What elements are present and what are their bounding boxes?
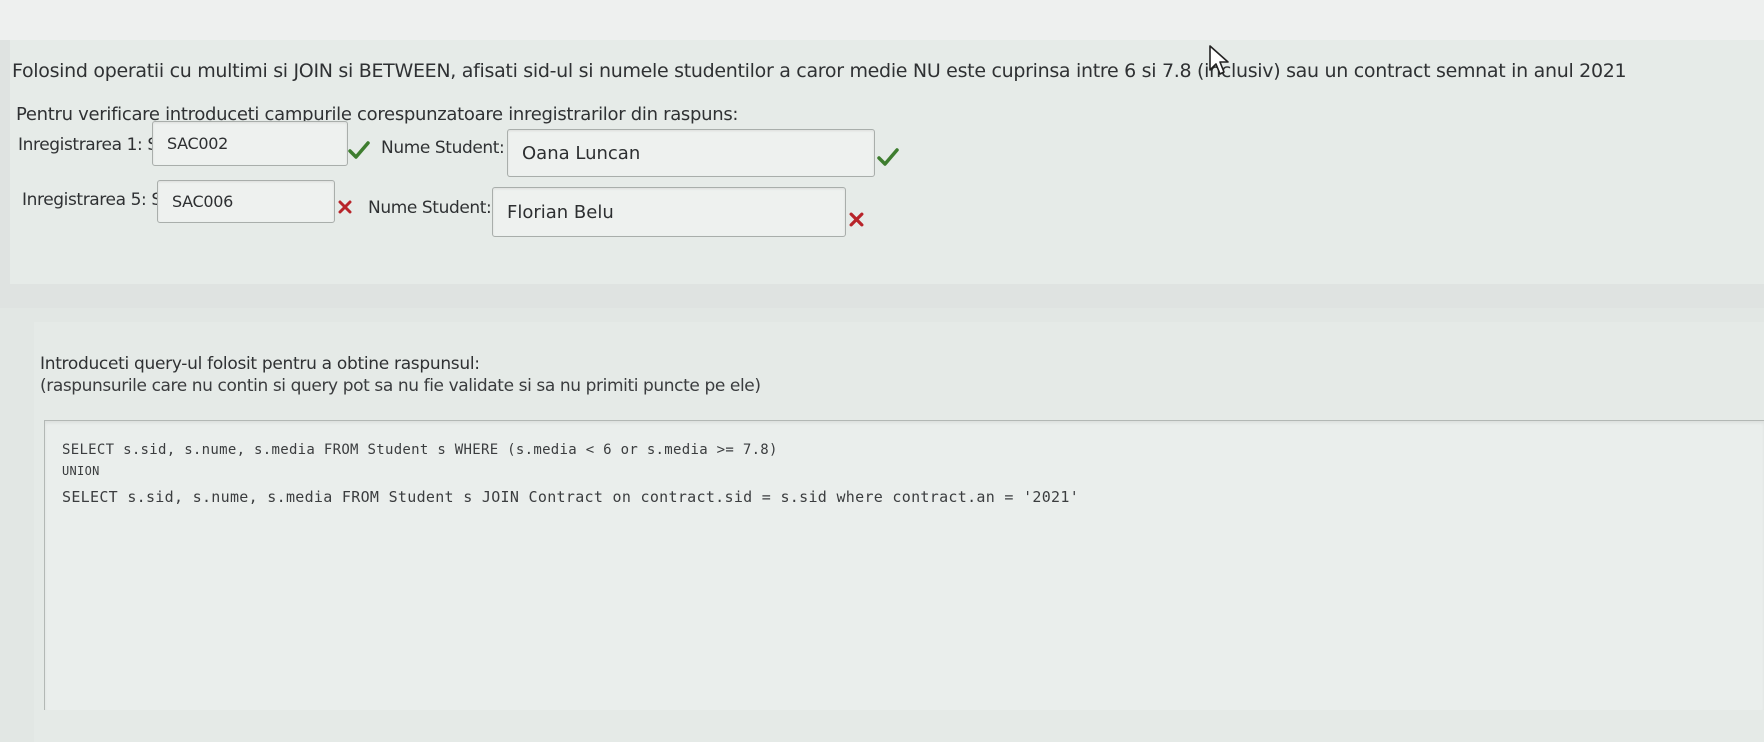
check-icon: [348, 141, 370, 159]
top-strip: [0, 0, 1764, 40]
cross-icon: [338, 200, 352, 214]
record-5-sid-input[interactable]: SAC006: [157, 180, 335, 223]
code-line-1: SELECT s.sid, s.nume, s.media FROM Stude…: [62, 442, 778, 458]
record-1-name-input[interactable]: Oana Luncan: [507, 129, 875, 177]
record-1-name-label: Nume Student: :: [381, 138, 515, 158]
record-1-sid-input[interactable]: SAC002: [152, 121, 348, 166]
question-text: Folosind operatii cu multimi si JOIN si …: [12, 60, 1627, 82]
record-5-name-input[interactable]: Florian Belu: [492, 187, 846, 237]
check-icon: [877, 148, 899, 166]
code-line-3: SELECT s.sid, s.nume, s.media FROM Stude…: [62, 488, 1080, 506]
query-textarea[interactable]: [44, 420, 1764, 710]
mouse-cursor-icon: [1208, 44, 1232, 80]
cross-icon: [849, 212, 864, 227]
code-line-2: UNION: [62, 464, 100, 478]
query-note: (raspunsurile care nu contin si query po…: [40, 376, 761, 396]
instructions-text: Pentru verificare introduceti campurile …: [16, 104, 739, 125]
query-prompt: Introduceti query-ul folosit pentru a ob…: [40, 354, 480, 374]
record-5-name-label: Nume Student: :: [368, 198, 502, 218]
